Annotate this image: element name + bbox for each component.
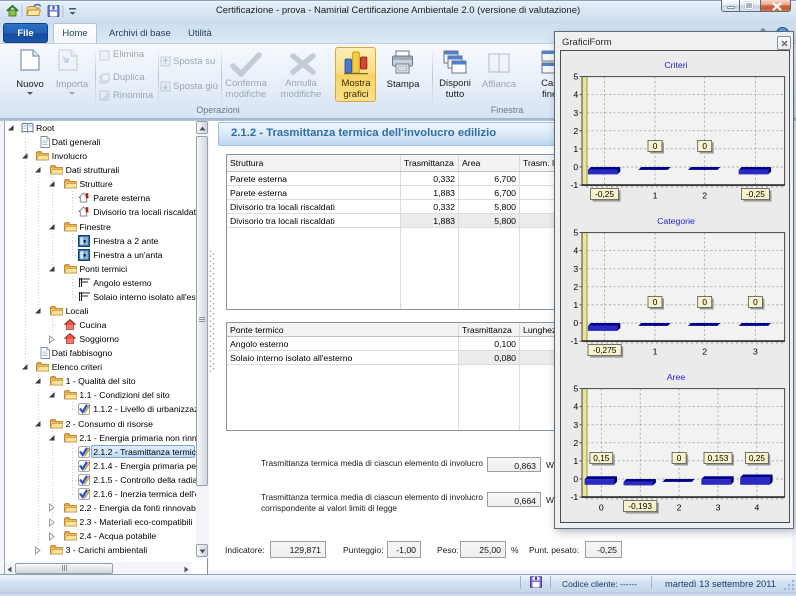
svg-text:4: 4 (573, 90, 578, 100)
svg-text:4: 4 (573, 402, 578, 412)
svg-text:0: 0 (599, 502, 604, 512)
svg-text:-0,193: -0,193 (628, 501, 652, 511)
svg-text:4: 4 (573, 246, 578, 256)
svg-text:-1: -1 (570, 492, 578, 502)
svg-text:2: 2 (702, 190, 707, 200)
svg-text:0: 0 (677, 453, 682, 463)
svg-text:Categorie: Categorie (657, 216, 695, 226)
svg-text:2: 2 (677, 502, 682, 512)
svg-text:0: 0 (573, 162, 578, 172)
svg-text:0: 0 (753, 297, 758, 307)
svg-text:0: 0 (573, 474, 578, 484)
svg-text:3: 3 (573, 108, 578, 118)
svg-text:2: 2 (573, 438, 578, 448)
svg-text:0: 0 (573, 318, 578, 328)
svg-text:1: 1 (573, 456, 578, 466)
svg-text:0: 0 (653, 141, 658, 151)
svg-text:3: 3 (573, 420, 578, 430)
svg-text:5: 5 (573, 384, 578, 394)
svg-text:5: 5 (573, 72, 578, 82)
svg-text:0: 0 (653, 297, 658, 307)
svg-text:1: 1 (573, 300, 578, 310)
svg-text:2: 2 (573, 126, 578, 136)
svg-text:2: 2 (702, 346, 707, 356)
svg-text:0,15: 0,15 (593, 453, 610, 463)
svg-text:Aree: Aree (667, 372, 686, 382)
svg-text:-0,25: -0,25 (595, 189, 614, 199)
svg-text:1: 1 (653, 190, 658, 200)
svg-text:Criteri: Criteri (664, 60, 687, 70)
svg-text:1: 1 (573, 144, 578, 154)
svg-text:3: 3 (573, 264, 578, 274)
svg-text:0,25: 0,25 (749, 453, 766, 463)
svg-text:-1: -1 (570, 180, 578, 190)
svg-text:0: 0 (702, 297, 707, 307)
svg-text:0,153: 0,153 (708, 453, 729, 463)
svg-text:3: 3 (753, 346, 758, 356)
svg-text:5: 5 (573, 228, 578, 238)
svg-text:-0,25: -0,25 (746, 189, 765, 199)
svg-text:2: 2 (573, 282, 578, 292)
svg-text:0: 0 (702, 141, 707, 151)
svg-text:-1: -1 (570, 336, 578, 346)
svg-text:-0,275: -0,275 (593, 345, 617, 355)
svg-text:4: 4 (754, 502, 759, 512)
svg-text:1: 1 (653, 346, 658, 356)
svg-text:3: 3 (716, 502, 721, 512)
